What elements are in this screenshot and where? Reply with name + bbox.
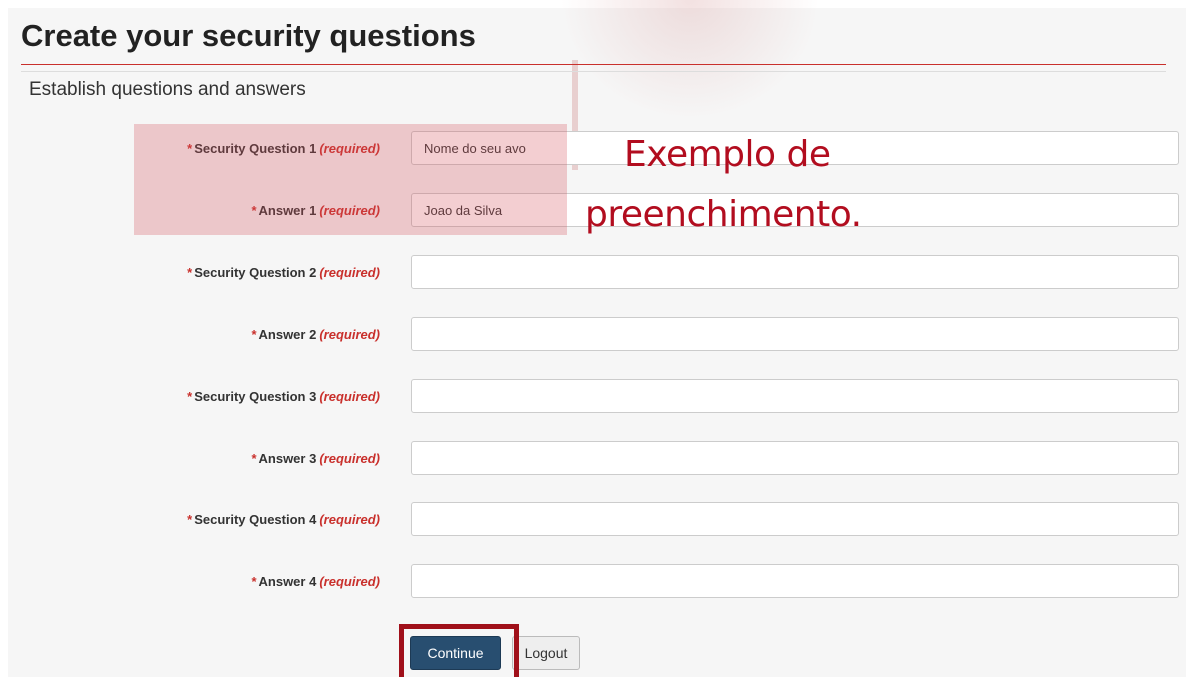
security-question-4-label: * Security Question 4 (required) [187,502,380,538]
required-text: (required) [319,141,380,156]
required-asterisk: * [251,451,257,466]
security-question-2-label: * Security Question 2 (required) [187,255,380,291]
required-asterisk: * [251,574,257,589]
form-row-security-question-3: * Security Question 3 (required) [0,379,1186,415]
required-text: (required) [319,265,380,280]
label-text: Answer 4 [258,574,317,589]
required-asterisk: * [251,327,257,342]
required-text: (required) [319,574,380,589]
form-row-security-question-4: * Security Question 4 (required) [0,502,1186,538]
answer-2-input[interactable] [411,317,1179,351]
title-divider [21,64,1166,65]
answer-3-label: * Answer 3 (required) [251,441,380,477]
page-title: Create your security questions [21,18,476,53]
continue-button[interactable]: Continue [410,636,501,670]
subtitle-divider [21,71,1166,72]
label-text: Security Question 1 [194,141,317,156]
required-text: (required) [319,451,380,466]
required-asterisk: * [187,512,193,527]
security-question-3-label: * Security Question 3 (required) [187,379,380,415]
security-question-1-label: * Security Question 1 (required) [187,131,380,167]
answer-4-input[interactable] [411,564,1179,598]
answer-1-label: * Answer 1 (required) [251,193,380,229]
form-row-answer-4: * Answer 4 (required) [0,564,1186,600]
answer-4-label: * Answer 4 (required) [251,564,380,600]
label-text: Security Question 3 [194,389,317,404]
annotation-line-2: preenchimento. [585,194,862,235]
answer-3-input[interactable] [411,441,1179,475]
security-question-3-input[interactable] [411,379,1179,413]
required-text: (required) [319,512,380,527]
security-question-4-input[interactable] [411,502,1179,536]
form-row-answer-3: * Answer 3 (required) [0,441,1186,477]
required-asterisk: * [187,389,193,404]
label-text: Security Question 4 [194,512,317,527]
page-subtitle: Establish questions and answers [29,79,306,100]
required-text: (required) [319,327,380,342]
label-text: Answer 1 [258,203,317,218]
background-watermark [560,0,820,120]
annotation-line-1: Exemplo de [624,134,831,175]
required-asterisk: * [187,265,193,280]
security-question-2-input[interactable] [411,255,1179,289]
required-text: (required) [319,389,380,404]
required-text: (required) [319,203,380,218]
form-row-security-question-1: * Security Question 1 (required) [0,131,1186,167]
label-text: Answer 2 [258,327,317,342]
form-row-answer-2: * Answer 2 (required) [0,317,1186,353]
label-text: Answer 3 [258,451,317,466]
answer-2-label: * Answer 2 (required) [251,317,380,353]
label-text: Security Question 2 [194,265,317,280]
required-asterisk: * [187,141,193,156]
form-row-security-question-2: * Security Question 2 (required) [0,255,1186,291]
logout-button[interactable]: Logout [512,636,580,670]
required-asterisk: * [251,203,257,218]
